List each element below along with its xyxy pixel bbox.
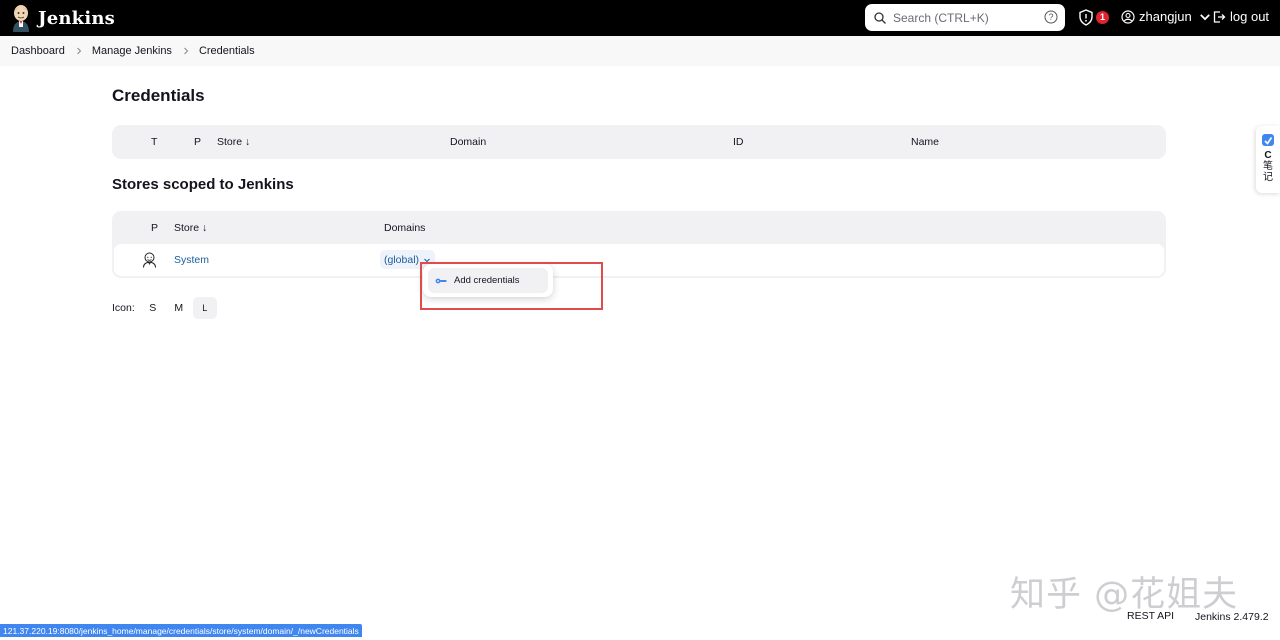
jenkins-logo[interactable]: Jenkins: [10, 4, 115, 32]
notification-badge[interactable]: 1: [1096, 11, 1109, 24]
watermark: 知乎 @花姐夫: [1010, 575, 1239, 615]
credentials-table-header: T P Store ↓ Domain ID Name: [112, 125, 1166, 159]
column-header-type[interactable]: T: [151, 136, 157, 148]
column-header-name[interactable]: Name: [911, 136, 939, 148]
svg-text:?: ?: [1048, 12, 1053, 22]
store-link-system[interactable]: System: [174, 254, 209, 266]
chevron-right-icon: [184, 47, 189, 55]
icon-size-label: Icon:: [112, 302, 135, 314]
icon-size-large[interactable]: L: [192, 297, 217, 319]
top-header: Jenkins ? 1 zhangjun: [0, 0, 1280, 36]
search-icon: [874, 11, 886, 24]
icon-size-medium[interactable]: M: [167, 297, 191, 319]
column-header-domains[interactable]: Domains: [384, 222, 425, 234]
rest-api-link[interactable]: REST API: [1127, 610, 1174, 622]
user-menu[interactable]: zhangjun: [1121, 9, 1212, 24]
section-title-stores: Stores scoped to Jenkins: [112, 176, 294, 193]
search-box[interactable]: ?: [865, 4, 1065, 31]
username: zhangjun: [1139, 9, 1192, 24]
jenkins-store-icon: [143, 252, 156, 268]
column-header-id[interactable]: ID: [733, 136, 744, 148]
user-icon: [1121, 9, 1135, 24]
logout-icon: [1213, 10, 1226, 23]
side-widget-label-1: C: [1264, 150, 1272, 161]
status-bar-url: 121.37.220.19:8080/jenkins_home/manage/c…: [0, 624, 362, 637]
chevron-right-icon: [76, 47, 82, 55]
icon-size-selector: Icon: S M L: [112, 297, 217, 319]
breadcrumb-manage-jenkins[interactable]: Manage Jenkins: [92, 45, 172, 57]
search-input[interactable]: [893, 10, 1043, 25]
column-header-provider[interactable]: P: [151, 222, 158, 234]
security-shield-icon[interactable]: [1078, 9, 1094, 26]
icon-size-small[interactable]: S: [141, 297, 165, 319]
stores-table: P Store ↓ Domains System (global): [112, 211, 1166, 278]
jenkins-butler-icon: [13, 5, 29, 32]
page-title: Credentials: [112, 86, 205, 105]
breadcrumb-credentials[interactable]: Credentials: [199, 45, 255, 57]
note-app-icon: [1262, 134, 1274, 146]
side-widget-label-3: 记: [1263, 172, 1273, 183]
side-widget-label-2: 笔: [1263, 161, 1273, 172]
table-row: System (global): [114, 244, 1164, 276]
column-header-provider[interactable]: P: [194, 136, 201, 148]
column-header-store[interactable]: Store ↓: [217, 136, 250, 148]
app-name: Jenkins: [38, 7, 115, 29]
breadcrumb-dashboard[interactable]: Dashboard: [11, 45, 65, 57]
help-icon[interactable]: ?: [1044, 10, 1058, 24]
domain-label: (global): [384, 253, 420, 266]
column-header-domain[interactable]: Domain: [450, 136, 486, 148]
logout-link[interactable]: log out: [1212, 9, 1269, 24]
version-link[interactable]: Jenkins 2.479.2: [1195, 611, 1269, 623]
logout-label: log out: [1230, 9, 1270, 24]
chevron-down-icon: [1199, 13, 1210, 20]
breadcrumb: Dashboard Manage Jenkins Credentials: [0, 36, 1280, 66]
annotation-highlight-box: [420, 262, 603, 310]
side-note-widget[interactable]: C 笔 记: [1256, 126, 1280, 193]
column-header-store[interactable]: Store ↓: [174, 222, 207, 234]
